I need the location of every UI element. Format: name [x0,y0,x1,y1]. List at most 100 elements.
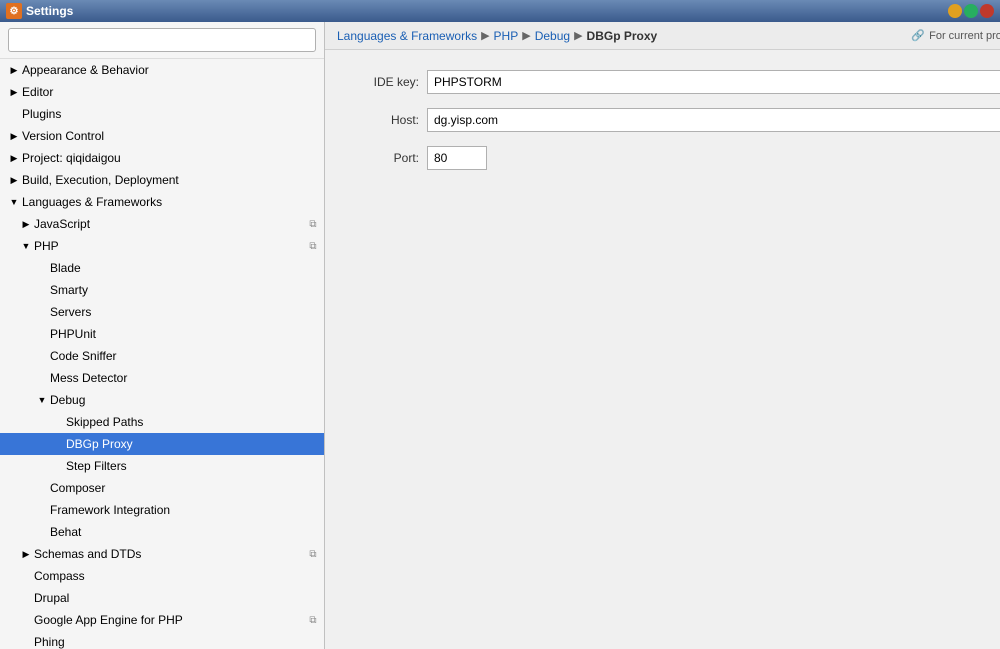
sidebar-item-label: PHP [34,239,59,253]
sidebar-item-label: Schemas and DTDs [34,547,141,561]
sidebar-item-behat[interactable]: Behat [0,521,324,543]
sidebar-item-label: Smarty [50,283,88,297]
sidebar-item-build[interactable]: Build, Execution, Deployment [0,169,324,191]
app-icon: ⚙ [6,3,22,19]
copy-icon: ⧉ [306,613,320,627]
sidebar-item-label: Blade [50,261,81,275]
sidebar-item-languages[interactable]: Languages & Frameworks [0,191,324,213]
sidebar-item-label: Plugins [22,107,61,121]
main-container: Appearance & Behavior Editor Plugins Versi… [0,22,1000,649]
sidebar-item-label: Build, Execution, Deployment [22,173,179,187]
sidebar-item-drupal[interactable]: Drupal [0,587,324,609]
sidebar-item-schemas-dtds[interactable]: Schemas and DTDs ⧉ [0,543,324,565]
sidebar-item-project[interactable]: Project: qiqidaigou [0,147,324,169]
copy-icon: ⧉ [306,217,320,231]
breadcrumb-sep-2: ▶ [522,29,530,42]
breadcrumb-sep-1: ▶ [481,29,489,42]
sidebar-item-composer[interactable]: Composer [0,477,324,499]
arrow-icon [20,218,32,230]
sidebar-item-label: Editor [22,85,53,99]
arrow-icon [8,86,20,98]
arrow-icon [8,152,20,164]
copy-icon: ⧉ [306,239,320,253]
for-project-icon: 🔗 [911,29,925,42]
sidebar-item-dbgp-proxy[interactable]: DBGp Proxy [0,433,324,455]
arrow-icon [8,130,20,142]
sidebar-item-step-filters[interactable]: Step Filters [0,455,324,477]
sidebar-item-google-app-engine[interactable]: Google App Engine for PHP⧉ [0,609,324,631]
breadcrumb-bar: Languages & Frameworks ▶ PHP ▶ Debug ▶ D… [325,22,1000,50]
breadcrumb-sep-3: ▶ [574,29,582,42]
ide-key-input[interactable] [427,70,1000,94]
sidebar-item-label: PHPUnit [50,327,96,341]
sidebar-item-plugins[interactable]: Plugins [0,103,324,125]
sidebar-item-label: Framework Integration [50,503,170,517]
for-project-text: For current project [929,30,1000,42]
sidebar-item-phpunit[interactable]: PHPUnit [0,323,324,345]
sidebar-item-label: Step Filters [66,459,127,473]
sidebar-item-php[interactable]: PHP ⧉ [0,235,324,257]
arrow-icon [36,394,48,406]
sidebar-item-compass[interactable]: Compass [0,565,324,587]
sidebar-item-framework-integration[interactable]: Framework Integration [0,499,324,521]
breadcrumb-php[interactable]: PHP [494,29,519,43]
ide-key-row: IDE key: [349,70,1000,94]
sidebar-item-smarty[interactable]: Smarty [0,279,324,301]
title-bar: ⚙ Settings [0,0,1000,22]
port-row: Port: [349,146,1000,170]
port-label: Port: [349,151,419,165]
sidebar-item-label: Servers [50,305,91,319]
sidebar-item-label: Debug [50,393,85,407]
sidebar-item-debug[interactable]: Debug [0,389,324,411]
sidebar-item-blade[interactable]: Blade [0,257,324,279]
sidebar-item-label: Skipped Paths [66,415,143,429]
sidebar-item-skipped-paths[interactable]: Skipped Paths [0,411,324,433]
sidebar-item-label: Mess Detector [50,371,127,385]
ide-key-label: IDE key: [349,75,419,89]
maximize-button[interactable] [964,4,978,18]
close-button[interactable] [980,4,994,18]
sidebar-item-label: Project: qiqidaigou [22,151,121,165]
breadcrumb-languages[interactable]: Languages & Frameworks [337,29,477,43]
arrow-icon [8,174,20,186]
window-controls [948,4,994,18]
sidebar-item-label: Languages & Frameworks [22,195,162,209]
sidebar-item-code-sniffer[interactable]: Code Sniffer [0,345,324,367]
sidebar-item-label: Compass [34,569,85,583]
sidebar-item-editor[interactable]: Editor [0,81,324,103]
host-input[interactable] [427,108,1000,132]
sidebar-item-label: JavaScript [34,217,90,231]
window-title: Settings [26,4,73,18]
host-label: Host: [349,113,419,127]
breadcrumb-current: DBGp Proxy [587,29,658,43]
arrow-icon [8,196,20,208]
content-area: Languages & Frameworks ▶ PHP ▶ Debug ▶ D… [325,22,1000,649]
sidebar-item-label: Behat [50,525,81,539]
sidebar-item-appearance[interactable]: Appearance & Behavior [0,59,324,81]
sidebar-item-label: Phing [34,635,65,649]
sidebar-item-phing[interactable]: Phing [0,631,324,649]
sidebar-item-mess-detector[interactable]: Mess Detector [0,367,324,389]
sidebar-item-label: Composer [50,481,105,495]
search-wrap [0,22,324,59]
sidebar-item-servers[interactable]: Servers [0,301,324,323]
sidebar-item-label: DBGp Proxy [66,437,133,451]
sidebar-item-label: Version Control [22,129,104,143]
arrow-icon [20,548,32,560]
copy-icon: ⧉ [306,547,320,561]
port-input[interactable] [427,146,487,170]
arrow-icon [20,240,32,252]
sidebar-item-label: Drupal [34,591,69,605]
arrow-icon [8,64,20,76]
host-row: Host: [349,108,1000,132]
sidebar-item-label: Appearance & Behavior [22,63,149,77]
breadcrumb-debug[interactable]: Debug [535,29,570,43]
minimize-button[interactable] [948,4,962,18]
search-input[interactable] [8,28,316,52]
sidebar-item-label: Code Sniffer [50,349,117,363]
sidebar-item-javascript[interactable]: JavaScript ⧉ [0,213,324,235]
for-project-label: 🔗 For current project [911,29,1000,42]
sidebar-item-version-control[interactable]: Version Control [0,125,324,147]
settings-tree: Appearance & Behavior Editor Plugins Versi… [0,59,324,649]
sidebar: Appearance & Behavior Editor Plugins Versi… [0,22,325,649]
